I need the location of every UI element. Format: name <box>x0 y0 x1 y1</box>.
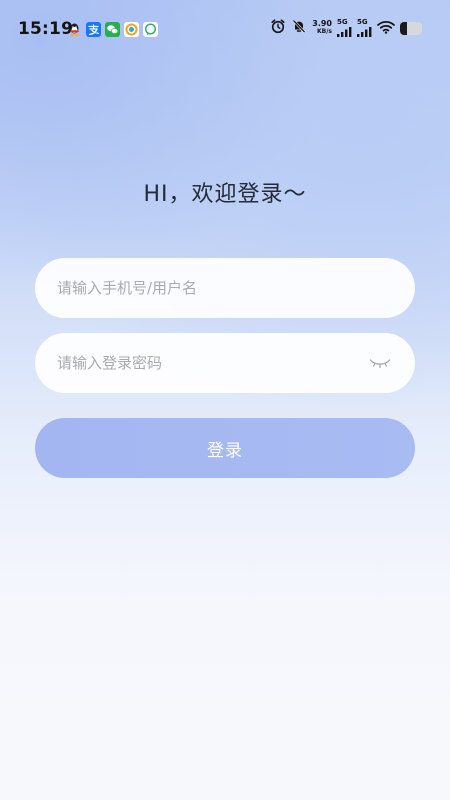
status-bar: 15:19 3.90 KB/s 5G 5G <box>0 0 450 56</box>
account-input[interactable] <box>57 279 393 297</box>
alipay-icon <box>86 22 101 37</box>
wechat-icon <box>105 22 120 37</box>
network-speed-unit: KB/s <box>317 28 332 35</box>
notification-icons <box>67 22 158 37</box>
sim2-signal: 5G <box>357 19 372 37</box>
sim2-label: 5G <box>357 18 368 26</box>
browser-icon <box>124 22 139 37</box>
status-indicators: 3.90 KB/s 5G 5G <box>270 17 422 39</box>
eye-closed-icon[interactable] <box>367 355 393 371</box>
alarm-icon <box>270 18 286 38</box>
account-field[interactable] <box>35 258 415 318</box>
sim1-signal: 5G <box>337 19 352 37</box>
network-speed-value: 3.90 <box>312 19 332 28</box>
password-input[interactable] <box>57 354 367 372</box>
network-speed: 3.90 KB/s <box>312 20 332 36</box>
status-time: 15:19 <box>18 19 74 39</box>
message-bubble-icon <box>143 22 158 37</box>
password-field[interactable] <box>35 333 415 393</box>
battery-level <box>400 21 407 35</box>
sim1-label: 5G <box>337 18 348 26</box>
page-title: HI，欢迎登录～ <box>143 182 307 207</box>
wifi-icon <box>377 19 395 38</box>
mute-bell-icon <box>291 18 307 38</box>
battery-icon <box>400 21 422 35</box>
login-button[interactable]: 登录 <box>35 418 415 478</box>
signal-icon <box>337 27 352 37</box>
login-screen: 15:19 3.90 KB/s 5G 5G HI，欢迎登录～ 请输入手机号/用户… <box>0 0 450 800</box>
qq-icon <box>67 22 82 37</box>
signal-icon <box>357 27 372 37</box>
